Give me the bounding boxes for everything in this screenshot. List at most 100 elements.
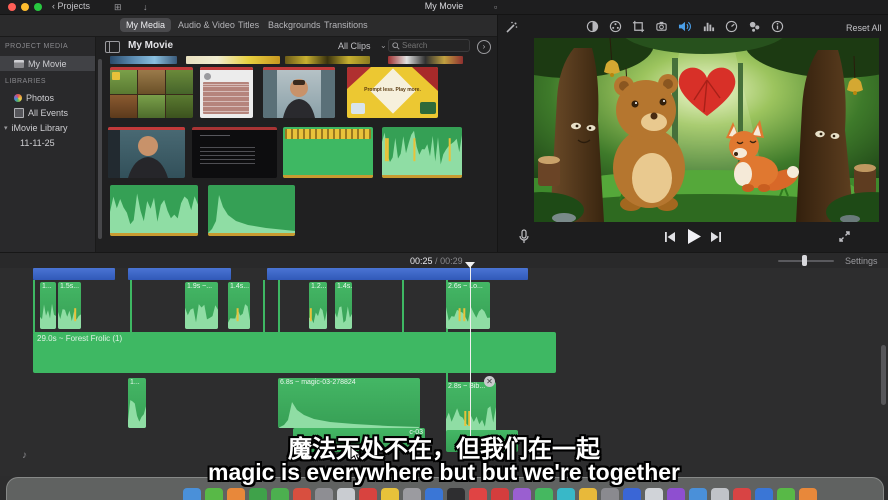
dock-app-icon[interactable] xyxy=(689,488,707,500)
voiceover-mic-icon[interactable] xyxy=(518,229,530,245)
info-icon[interactable] xyxy=(771,20,784,33)
reset-all-button[interactable]: Reset All xyxy=(846,23,882,33)
tab-my-media[interactable]: My Media xyxy=(120,18,171,32)
dock-app-icon[interactable] xyxy=(645,488,663,500)
dock-app-icon[interactable] xyxy=(447,488,465,500)
dock-app-icon[interactable] xyxy=(381,488,399,500)
media-import-icon[interactable]: ⊞ xyxy=(114,2,122,13)
noise-reduction-icon[interactable] xyxy=(748,20,761,33)
search-input[interactable] xyxy=(400,40,466,51)
video-thumbnail-terminal[interactable] xyxy=(192,127,277,178)
close-window-button[interactable] xyxy=(8,3,16,11)
tab-audio-video[interactable]: Audio & Video xyxy=(172,18,241,32)
skip-back-icon[interactable] xyxy=(664,231,676,243)
playhead-handle[interactable] xyxy=(465,262,475,268)
timeline-settings-button[interactable]: Settings xyxy=(845,256,878,266)
sidebar-item-my-movie[interactable]: My Movie xyxy=(0,56,95,71)
dock-app-icon[interactable] xyxy=(359,488,377,500)
audio-thumbnail-spikes[interactable] xyxy=(382,127,462,178)
dock-app-icon[interactable] xyxy=(799,488,817,500)
dock-app-icon[interactable] xyxy=(469,488,487,500)
volume-icon[interactable] xyxy=(678,20,692,33)
video-thumbnail-yellow-banner[interactable]: Prompt less. Play more. xyxy=(347,67,438,118)
stabilization-icon[interactable] xyxy=(655,20,668,33)
crop-icon[interactable] xyxy=(632,20,645,33)
zoom-slider-knob[interactable] xyxy=(802,255,807,266)
filmstrip-thumbnail[interactable] xyxy=(186,56,280,64)
dock-app-icon[interactable] xyxy=(249,488,267,500)
dock-app-icon[interactable] xyxy=(667,488,685,500)
magic-wand-icon[interactable] xyxy=(504,21,518,35)
dock-app-icon[interactable] xyxy=(579,488,597,500)
audio-thumbnail-wave-1[interactable] xyxy=(110,185,198,236)
tab-backgrounds[interactable]: Backgrounds xyxy=(262,18,327,32)
filmstrip-thumbnail[interactable] xyxy=(110,56,177,64)
filmstrip-thumbnail[interactable] xyxy=(388,56,463,64)
video-clip-bar[interactable] xyxy=(128,268,231,280)
video-thumbnail-bear-collage[interactable] xyxy=(110,67,193,118)
dock-app-icon[interactable] xyxy=(623,488,641,500)
sidebar-item-all-events[interactable]: All Events xyxy=(0,105,95,120)
dock-app-icon[interactable] xyxy=(733,488,751,500)
video-thumbnail-presenter[interactable] xyxy=(263,67,335,118)
minimize-window-button[interactable] xyxy=(21,3,29,11)
skip-forward-icon[interactable] xyxy=(710,231,722,243)
dock-app-icon[interactable] xyxy=(557,488,575,500)
filmstrip-thumbnail[interactable] xyxy=(285,56,370,64)
dock-app-icon[interactable] xyxy=(513,488,531,500)
zoom-window-button[interactable] xyxy=(34,3,42,11)
audio-thumbnail-yellow-band[interactable] xyxy=(283,127,373,178)
sidebar-item-photos[interactable]: Photos xyxy=(0,90,95,105)
dock-app-icon[interactable] xyxy=(315,488,333,500)
audio-clip[interactable]: 2.6s ~ Lo... xyxy=(446,282,490,329)
audio-clip-bib[interactable]: 2.8s ~ Bib... xyxy=(446,382,496,435)
dock-app-icon[interactable] xyxy=(403,488,421,500)
timeline-scrollbar[interactable] xyxy=(881,345,886,405)
dock-app-icon[interactable] xyxy=(755,488,773,500)
video-thumbnail-notes[interactable] xyxy=(200,67,253,118)
tab-titles[interactable]: Titles xyxy=(232,18,265,32)
music-clip-forest-frolic[interactable]: 29.0s ~ Forest Frolic (1) xyxy=(33,332,556,373)
dock-app-icon[interactable] xyxy=(491,488,509,500)
audio-clip[interactable]: 1.2... xyxy=(309,282,327,329)
audio-clip[interactable]: 1.4s... xyxy=(228,282,250,329)
equalizer-icon[interactable] xyxy=(702,20,715,33)
audio-clip[interactable]: 1.9s ~... xyxy=(185,282,218,329)
dock-app-icon[interactable] xyxy=(777,488,795,500)
dock-app-icon[interactable] xyxy=(425,488,443,500)
video-clip-bar[interactable] xyxy=(267,268,528,280)
sidebar-item-imovie-library[interactable]: ▾ iMovie Library xyxy=(0,120,95,135)
video-viewer[interactable] xyxy=(534,38,879,222)
audio-clip-magic[interactable]: 6.8s ~ magic-03-278824 xyxy=(278,378,420,428)
dock-app-icon[interactable] xyxy=(337,488,355,500)
dock-app-icon[interactable] xyxy=(293,488,311,500)
color-wheel-icon[interactable] xyxy=(609,20,622,33)
dock-app-icon[interactable] xyxy=(271,488,289,500)
audio-clip[interactable]: 1... xyxy=(128,378,146,428)
dock-app-icon[interactable] xyxy=(601,488,619,500)
back-to-projects-button[interactable]: ‹ Projects xyxy=(52,1,90,11)
mute-badge-icon[interactable]: ✕ xyxy=(484,376,495,387)
speed-icon[interactable] xyxy=(725,20,738,33)
audio-clip[interactable]: 1.4s... xyxy=(335,282,352,329)
dock-app-icon[interactable] xyxy=(227,488,245,500)
audio-clip[interactable]: 1... xyxy=(40,282,56,329)
download-arrow-icon[interactable]: ↓ xyxy=(143,2,148,12)
clips-filter-button[interactable]: All Clips xyxy=(338,41,371,51)
dock-app-icon[interactable] xyxy=(711,488,729,500)
sidebar-item-event-date[interactable]: 11-11-25 xyxy=(0,135,95,150)
audio-thumbnail-decay[interactable] xyxy=(208,185,295,236)
video-clip-bar[interactable] xyxy=(33,268,115,280)
play-icon[interactable] xyxy=(686,228,702,245)
browser-scrollbar[interactable] xyxy=(98,59,102,239)
sidebar-toggle-icon[interactable] xyxy=(105,41,120,53)
dock-app-icon[interactable] xyxy=(205,488,223,500)
dock-app-icon[interactable] xyxy=(535,488,553,500)
dock-app-icon[interactable] xyxy=(183,488,201,500)
audio-clip[interactable]: 1.5s... xyxy=(58,282,81,329)
color-balance-icon[interactable] xyxy=(586,20,599,33)
search-field[interactable] xyxy=(388,39,470,52)
tab-transitions[interactable]: Transitions xyxy=(318,18,374,32)
fullscreen-icon[interactable] xyxy=(838,230,851,243)
filter-chevron-icon[interactable]: ⌄ xyxy=(380,41,387,50)
